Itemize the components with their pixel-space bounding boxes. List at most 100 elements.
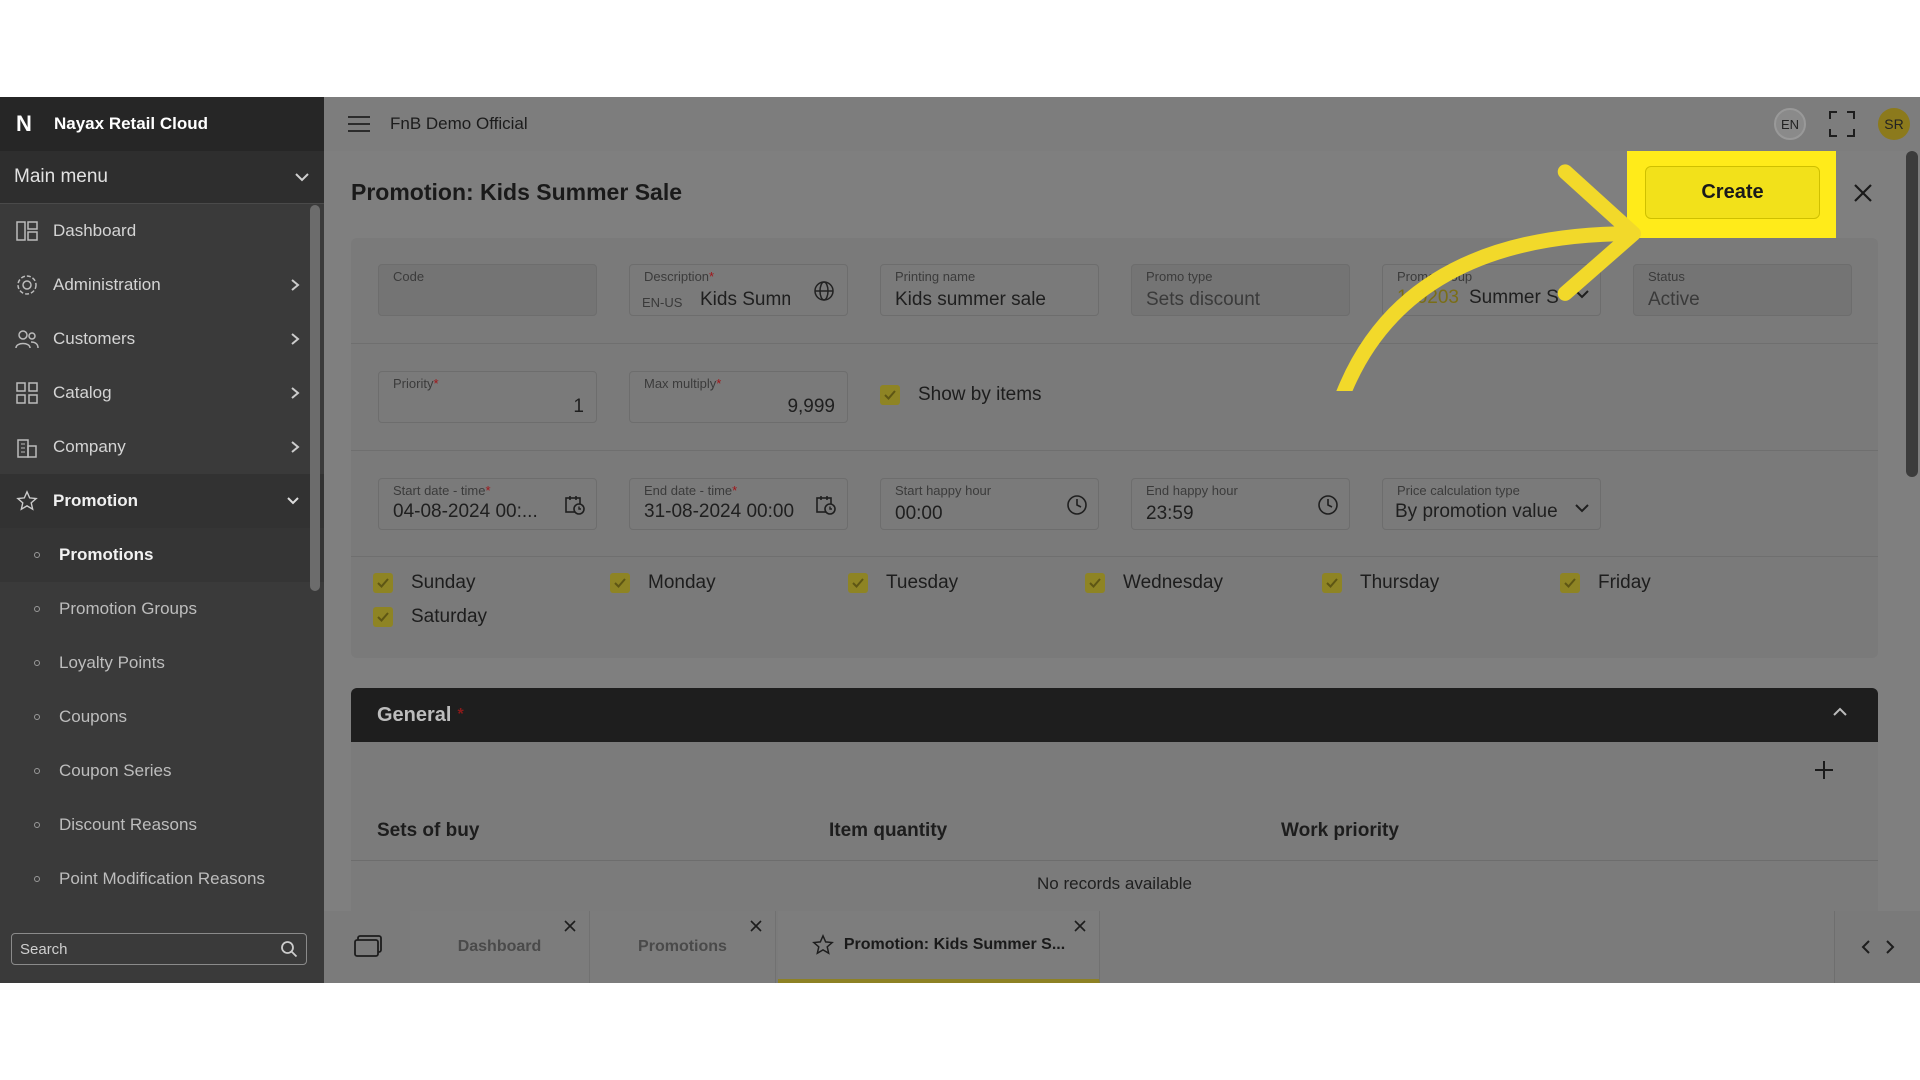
description-field[interactable]: Description* EN-US Kids Summ [629, 264, 848, 316]
bullet-icon [34, 606, 40, 612]
close-icon[interactable] [749, 919, 763, 933]
bullet-icon [34, 714, 40, 720]
end-date-field[interactable]: End date - time* 31-08-2024 00:00 [629, 478, 848, 530]
end-happy-hour-field[interactable]: End happy hour 23:59 [1131, 478, 1350, 530]
priority-field[interactable]: Priority* 1 [378, 371, 597, 423]
start-happy-hour-field[interactable]: Start happy hour 00:00 [880, 478, 1099, 530]
day-checkbox-saturday[interactable]: Saturday [373, 606, 487, 628]
priority-value: 1 [573, 396, 584, 417]
column-header: Item quantity [829, 820, 948, 841]
day-checkbox-monday[interactable]: Monday [610, 572, 716, 594]
sidebar-item-promotion[interactable]: Promotion [0, 474, 324, 528]
start-date-field[interactable]: Start date - time* 04-08-2024 00:... [378, 478, 597, 530]
main-menu-toggle[interactable]: Main menu [0, 151, 324, 204]
day-checkbox-wednesday[interactable]: Wednesday [1085, 572, 1223, 594]
chevron-up-icon[interactable] [1832, 706, 1848, 718]
printing-name-field[interactable]: Printing name Kids summer sale [880, 264, 1099, 316]
start-date-value: 04-08-2024 00:... [393, 501, 538, 522]
sidebar-search-input[interactable] [20, 940, 280, 958]
fullscreen-icon[interactable] [1828, 110, 1856, 138]
general-section-header[interactable]: General * [351, 688, 1878, 742]
sidebar-subitem-promotion-groups[interactable]: Promotion Groups [0, 582, 324, 636]
checkbox-checked-icon [880, 385, 900, 405]
close-icon[interactable] [563, 919, 577, 933]
tab-promotions[interactable]: Promotions [590, 911, 776, 983]
chevron-right-icon [291, 441, 300, 453]
day-label: Friday [1598, 572, 1651, 593]
chevron-right-icon[interactable] [1884, 939, 1896, 955]
price-calculation-select[interactable]: Price calculation type By promotion valu… [1382, 478, 1601, 530]
sidebar-subitem-promotions[interactable]: Promotions [0, 528, 324, 582]
show-by-items-checkbox[interactable]: Show by items [880, 384, 1042, 406]
promo-group-value: Summer S [1469, 287, 1559, 308]
page-title: Promotion: Kids Summer Sale [351, 179, 683, 205]
max-multiply-field[interactable]: Max multiply* 9,999 [629, 371, 848, 423]
status-field: Status Active [1633, 264, 1852, 316]
calendar-clock-icon[interactable] [564, 494, 586, 516]
day-checkbox-sunday[interactable]: Sunday [373, 572, 475, 594]
calendar-clock-icon[interactable] [815, 494, 837, 516]
tab-promotion-kids-summer-sale[interactable]: Promotion: Kids Summer S... [778, 911, 1100, 983]
tab-label: Promotion: Kids Summer S... [843, 936, 1066, 953]
tab-bar: Dashboard Promotions Promotion: Kids Sum… [324, 911, 1920, 983]
chevron-down-icon [295, 173, 309, 182]
sidebar-item-label: Customers [53, 329, 136, 348]
tab-label: Dashboard [457, 938, 542, 955]
create-button[interactable]: Create [1645, 166, 1820, 219]
sidebar-item-dashboard[interactable]: Dashboard [0, 204, 324, 258]
hamburger-menu-icon[interactable] [348, 116, 370, 132]
day-checkbox-tuesday[interactable]: Tuesday [848, 572, 958, 594]
table-divider [351, 860, 1878, 861]
search-icon[interactable] [280, 940, 298, 958]
dashboard-icon [15, 219, 39, 243]
tab-dashboard[interactable]: Dashboard [410, 911, 590, 983]
chevron-right-icon [291, 333, 300, 345]
sidebar-search [11, 933, 307, 965]
sidebar-item-administration[interactable]: Administration [0, 258, 324, 312]
content-scrollbar[interactable] [1906, 151, 1918, 477]
day-checkbox-friday[interactable]: Friday [1560, 572, 1651, 594]
globe-icon[interactable] [813, 280, 835, 302]
promo-type-value: Sets discount [1146, 289, 1261, 310]
sidebar-subitem-coupon-series[interactable]: Coupon Series [0, 744, 324, 798]
sidebar-subitem-loyalty-points[interactable]: Loyalty Points [0, 636, 324, 690]
sidebar-scrollbar[interactable] [310, 205, 320, 591]
sidebar-item-company[interactable]: Company [0, 420, 324, 474]
add-icon[interactable] [1812, 758, 1836, 782]
sidebar-item-catalog[interactable]: Catalog [0, 366, 324, 420]
checkbox-label: Show by items [918, 384, 1042, 405]
subitem-label: Discount Reasons [59, 815, 197, 834]
user-avatar[interactable]: SR [1878, 108, 1910, 140]
subitem-label: Coupon Series [59, 761, 172, 780]
sidebar-item-label: Dashboard [53, 221, 137, 240]
clock-icon[interactable] [1317, 494, 1339, 516]
chevron-right-icon [291, 387, 300, 399]
sidebar-subitem-discount-reasons[interactable]: Discount Reasons [0, 798, 324, 852]
column-header: Sets of buy [377, 820, 480, 841]
chevron-left-icon[interactable] [1860, 939, 1872, 955]
header-actions: EN SR [1774, 97, 1920, 151]
day-label: Wednesday [1123, 572, 1223, 593]
windows-icon[interactable] [354, 935, 382, 957]
sidebar-item-customers[interactable]: Customers [0, 312, 324, 366]
field-label: End date - time* [644, 483, 738, 498]
main-menu-label: Main menu [14, 166, 108, 187]
language-selector[interactable]: EN [1774, 108, 1806, 140]
field-label: Start date - time* [393, 483, 491, 498]
required-mark: * [457, 706, 464, 723]
checkbox-checked-icon [848, 573, 868, 593]
sidebar-subitem-coupons[interactable]: Coupons [0, 690, 324, 744]
close-icon[interactable] [1073, 919, 1087, 933]
promo-group-select[interactable]: Promo group 110203 Summer S [1382, 264, 1601, 316]
close-icon[interactable] [1849, 179, 1877, 207]
clock-icon[interactable] [1066, 494, 1088, 516]
sidebar-item-label: Administration [53, 275, 161, 294]
sidebar-item-label: Catalog [53, 383, 112, 402]
administration-icon [15, 273, 39, 297]
main-content: Promotion: Kids Summer Sale Create Code … [324, 151, 1920, 983]
field-label: Start happy hour [895, 483, 992, 498]
header: FnB Demo Official EN SR [324, 97, 1920, 151]
sidebar-subitem-point-modification-reasons[interactable]: Point Modification Reasons [0, 852, 324, 906]
day-checkbox-thursday[interactable]: Thursday [1322, 572, 1439, 594]
code-field[interactable]: Code [378, 264, 597, 316]
